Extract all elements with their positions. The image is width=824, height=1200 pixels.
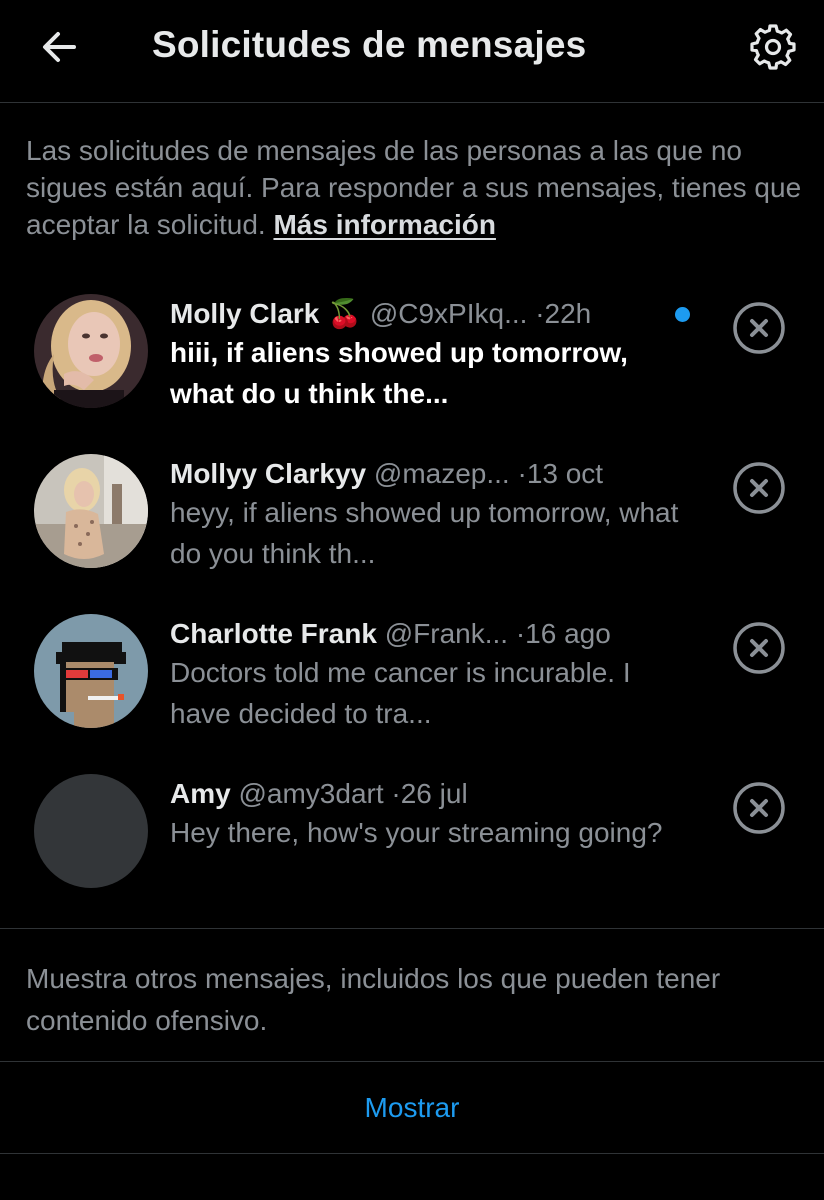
gear-icon <box>750 24 796 70</box>
divider <box>0 1153 824 1154</box>
back-button[interactable] <box>38 25 82 69</box>
user-handle: @C9xPIkq... <box>369 298 528 329</box>
learn-more-link[interactable]: Más información <box>273 209 495 240</box>
user-handle: @mazep... <box>373 458 510 489</box>
request-meta: Amy @amy3dart ·26 jul <box>170 776 468 812</box>
message-request-row[interactable]: Molly Clark 🍒 @C9xPIkq... ·22h hiii, if … <box>0 282 824 442</box>
dismiss-button[interactable] <box>732 621 786 675</box>
request-meta: Mollyy Clarkyy @mazep... ·13 oct <box>170 456 603 492</box>
timestamp: 16 ago <box>525 618 611 649</box>
separator-dot: · <box>391 778 401 809</box>
display-name: Mollyy Clarkyy <box>170 458 367 489</box>
arrow-left-icon <box>43 32 76 62</box>
close-circle-icon <box>733 782 785 834</box>
divider <box>0 1061 824 1062</box>
request-meta: Charlotte Frank @Frank... ·16 ago <box>170 616 611 652</box>
request-meta: Molly Clark 🍒 @C9xPIkq... ·22h <box>170 296 591 332</box>
intro-text: Las solicitudes de mensajes de las perso… <box>26 132 806 243</box>
dismiss-button[interactable] <box>732 301 786 355</box>
message-preview: Doctors told me cancer is incurable. I h… <box>170 657 631 729</box>
top-bar: Solicitudes de mensajes <box>0 0 824 103</box>
avatar <box>34 774 148 888</box>
close-circle-icon <box>733 302 785 354</box>
message-request-row[interactable]: Charlotte Frank @Frank... ·16 ago Doctor… <box>0 602 824 762</box>
user-handle: @Frank... <box>384 618 509 649</box>
user-handle: @amy3dart <box>238 778 384 809</box>
page-title: Solicitudes de mensajes <box>152 24 587 65</box>
dismiss-button[interactable] <box>732 781 786 835</box>
timestamp: 13 oct <box>526 458 604 489</box>
display-name: Charlotte Frank <box>170 618 377 649</box>
divider <box>0 928 824 929</box>
timestamp: 22h <box>544 298 592 329</box>
dismiss-button[interactable] <box>732 461 786 515</box>
separator-dot: · <box>517 458 527 489</box>
message-preview: Hey there, how's your streaming going? <box>170 817 663 848</box>
settings-button[interactable] <box>748 22 798 72</box>
display-name: Amy <box>170 778 231 809</box>
message-preview: hiii, if aliens showed up tomorrow, what… <box>170 337 628 409</box>
filtered-messages-note: Muestra otros mensajes, incluidos los qu… <box>26 963 721 1036</box>
message-request-row[interactable]: Amy @amy3dart ·26 jul Hey there, how's y… <box>0 762 824 922</box>
message-preview: heyy, if aliens showed up tomorrow, what… <box>170 497 679 569</box>
display-name: Molly Clark <box>170 298 320 329</box>
separator-dot: · <box>515 618 526 649</box>
timestamp: 26 jul <box>400 778 468 809</box>
avatar <box>34 454 148 568</box>
show-button[interactable]: Mostrar <box>0 1092 824 1124</box>
avatar <box>34 614 148 728</box>
avatar <box>34 294 148 408</box>
separator-dot: · <box>535 298 545 329</box>
close-circle-icon <box>733 462 785 514</box>
message-request-row[interactable]: Mollyy Clarkyy @mazep... ·13 oct heyy, i… <box>0 442 824 602</box>
cherry-emoji: 🍒 <box>327 298 363 329</box>
unread-indicator <box>675 307 690 322</box>
close-circle-icon <box>733 622 785 674</box>
